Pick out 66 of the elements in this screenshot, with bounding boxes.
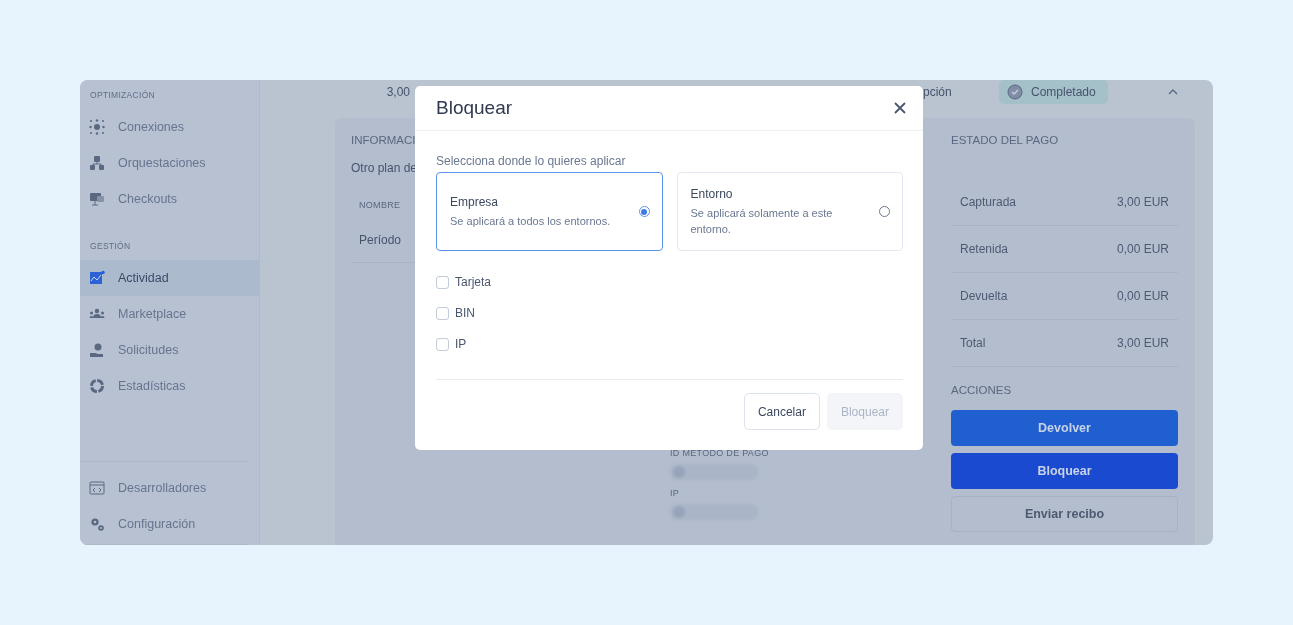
prompt-text: Selecciona donde lo quieres aplicar	[436, 154, 627, 168]
sidebar-item[interactable]: Checkouts	[80, 181, 259, 217]
status-label: Retenida	[960, 242, 1009, 256]
checkbox[interactable]	[436, 337, 449, 351]
sidebar-item[interactable]: Estadísticas	[80, 368, 259, 404]
sidebar-item-label: Checkouts	[118, 192, 178, 206]
close-button[interactable]	[893, 101, 907, 115]
action-button[interactable]: Bloquear	[951, 453, 1178, 489]
checkbox[interactable]	[436, 306, 449, 320]
checkbox-label: IP	[455, 337, 467, 351]
status-label: Total	[960, 336, 986, 350]
detail-label: IP	[670, 488, 680, 498]
sidebar-item[interactable]: Actividad	[80, 260, 259, 296]
option-description: Se aplicará a todos los entornos.	[450, 213, 612, 229]
sidebar-item-label: Conexiones	[118, 120, 184, 134]
option-title: Empresa	[450, 194, 500, 209]
status-value: 3,00 EUR	[1116, 195, 1169, 209]
amount-text: 3,00	[386, 85, 410, 99]
sidebar-item[interactable]: Configuración	[80, 506, 259, 542]
sidebar-item-label: Desarrolladores	[118, 481, 207, 495]
detail-label: ID MÉTODO DE PAGO	[670, 448, 769, 458]
section-title: OPTIMIZACIÓN	[89, 90, 156, 102]
status-value: 3,00 EUR	[1116, 336, 1169, 350]
gears-icon	[89, 516, 105, 532]
status-label: Capturada	[960, 195, 1017, 209]
monitor-icon	[89, 191, 105, 207]
checkbox-label: Tarjeta	[455, 275, 492, 289]
option-description: Se aplicará solamente a este entorno.	[690, 205, 834, 237]
option-card[interactable]: Entorno Se aplicará solamente a este entorno.	[676, 172, 903, 251]
sidebar-item[interactable]: Marketplace	[80, 296, 259, 332]
checkbox-label: BIN	[455, 306, 475, 320]
check-circle-icon	[1007, 84, 1023, 100]
sidebar-item-label: Marketplace	[118, 307, 187, 321]
status-label: Devuelta	[960, 289, 1008, 303]
sidebar-item[interactable]: Conexiones	[80, 109, 259, 145]
sidebar-item[interactable]: Desarrolladores	[80, 470, 259, 506]
network-icon	[89, 119, 105, 135]
section-heading: INFORMACI	[351, 134, 416, 146]
ring-icon	[89, 378, 105, 394]
sidebar-item[interactable]: Solicitudes	[80, 332, 259, 368]
action-button[interactable]: Devolver	[951, 410, 1178, 446]
activity-chart-icon	[89, 270, 105, 286]
section-heading: ACCIONES	[951, 384, 1012, 396]
status-value: 0,00 EUR	[1116, 242, 1169, 256]
section-heading: ESTADO DEL PAGO	[951, 134, 1059, 146]
code-window-icon	[89, 480, 105, 496]
status-value: 0,00 EUR	[1116, 289, 1169, 303]
sidebar-item[interactable]: Orquestaciones	[80, 145, 259, 181]
option-card[interactable]: Empresa Se aplicará a todos los entornos.	[436, 172, 663, 251]
column-header: NOMBRE	[358, 200, 401, 210]
dialog-button[interactable]: Cancelar	[743, 393, 820, 430]
hierarchy-icon	[89, 155, 105, 171]
chevron-up-icon[interactable]	[1168, 89, 1178, 95]
checkbox[interactable]	[436, 275, 449, 289]
sidebar-item-label: Orquestaciones	[118, 156, 206, 170]
sidebar-item-label: Solicitudes	[118, 343, 179, 357]
option-title: Entorno	[690, 186, 734, 201]
sidebar-item-label: Configuración	[118, 517, 196, 531]
type-text: pción	[923, 85, 953, 99]
section-title: GESTIÓN	[89, 241, 132, 253]
sidebar-item-label: Actividad	[118, 271, 169, 285]
dialog-title: Bloquear	[436, 97, 513, 119]
action-button[interactable]: Enviar recibo	[951, 496, 1178, 532]
table-cell-text: Período	[358, 233, 402, 247]
sidebar-item-label: Estadísticas	[118, 379, 186, 393]
status-badge: Completado	[999, 80, 1108, 104]
